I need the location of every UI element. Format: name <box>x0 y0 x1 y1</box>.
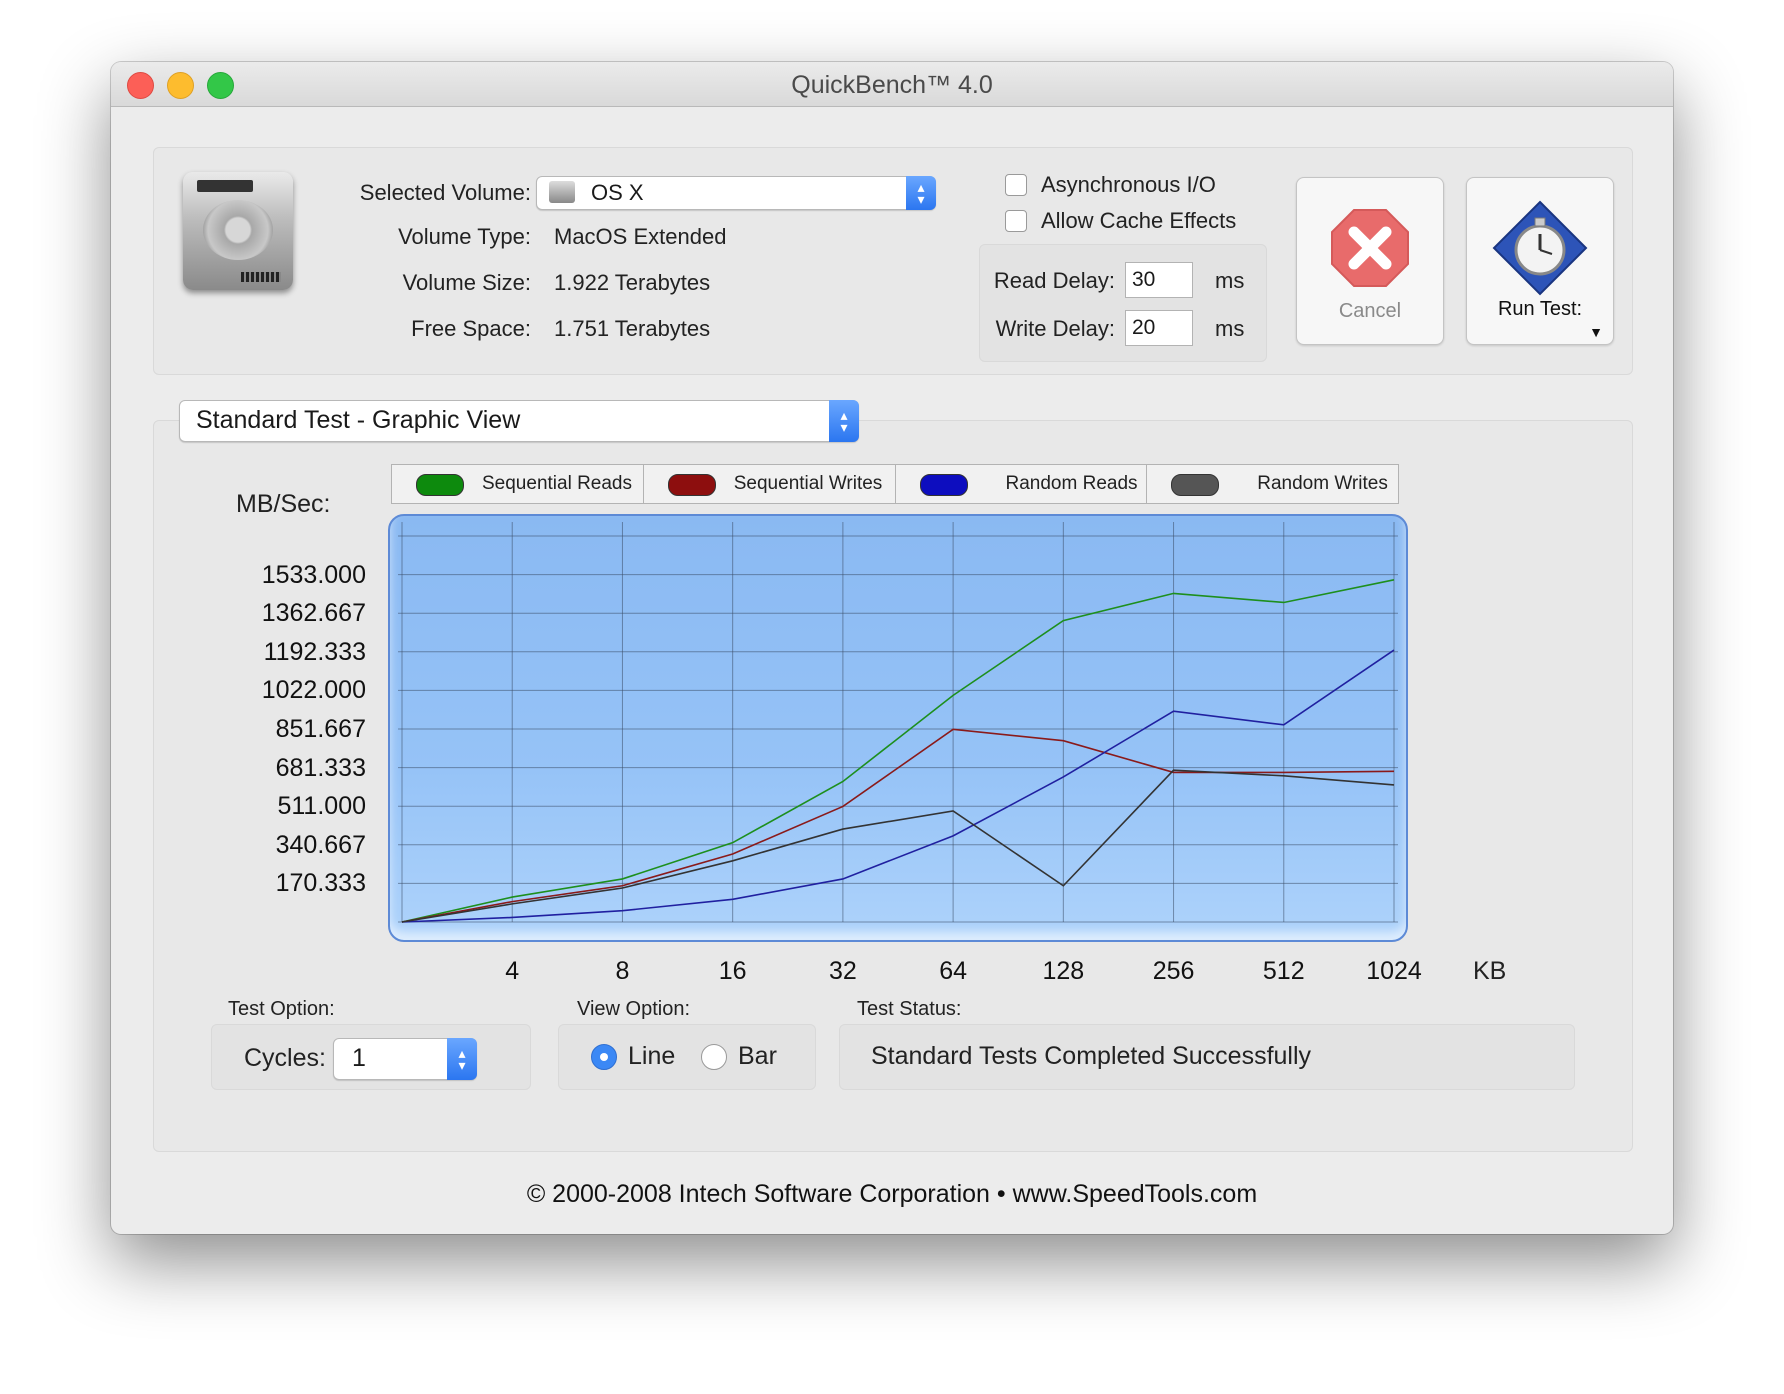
cache-effects-checkbox[interactable] <box>1005 210 1027 232</box>
run-test-button[interactable]: Run Test: ▼ <box>1466 177 1614 345</box>
line-chart <box>398 522 1398 923</box>
volume-select-value: OS X <box>591 180 644 205</box>
stepper-arrows-icon: ▴ ▾ <box>906 176 936 210</box>
bar-view-radio[interactable] <box>701 1044 727 1070</box>
series-line-sequential-writes <box>401 728 1395 923</box>
legend-item: Random Writes <box>1147 465 1398 503</box>
series-line-sequential-reads <box>401 579 1395 923</box>
volume-type-value: MacOS Extended <box>554 224 727 249</box>
window-title: QuickBench™ 4.0 <box>791 71 993 99</box>
write-delay-unit: ms <box>1215 316 1245 341</box>
cycles-stepper[interactable]: 1 ▴ ▾ <box>333 1038 477 1080</box>
cycles-label: Cycles: <box>244 1044 326 1072</box>
bar-view-label: Bar <box>738 1042 777 1070</box>
x-tick-label: 512 <box>1262 957 1305 985</box>
test-status-value: Standard Tests Completed Successfully <box>871 1042 1312 1070</box>
x-axis-unit: KB <box>1473 957 1507 985</box>
write-delay-input[interactable]: 20 <box>1125 310 1193 346</box>
x-tick-label: 16 <box>718 957 747 985</box>
y-tick-label: 511.000 <box>277 792 366 821</box>
legend-label-sequential-writes: Sequential Writes <box>733 473 883 494</box>
read-delay-unit: ms <box>1215 268 1245 293</box>
y-tick-label: 1192.333 <box>263 637 366 666</box>
cache-effects-label: Allow Cache Effects <box>1041 208 1237 233</box>
read-delay-input[interactable]: 30 <box>1125 262 1193 298</box>
x-tick-label: 64 <box>939 957 968 985</box>
hard-drive-icon <box>183 172 293 290</box>
line-view-label: Line <box>628 1042 676 1070</box>
legend-item: Sequential Reads <box>392 465 644 503</box>
free-space-label: Free Space: <box>411 316 531 341</box>
read-delay-label: Read Delay: <box>993 268 1115 293</box>
stopwatch-icon <box>1492 200 1588 296</box>
test-option-label: Test Option: <box>228 998 335 1020</box>
view-mode-value: Standard Test - Graphic View <box>196 406 521 434</box>
legend-label-sequential-reads: Sequential Reads <box>482 473 632 494</box>
x-tick-label: 128 <box>1042 957 1085 985</box>
volume-type-label: Volume Type: <box>398 224 531 249</box>
y-tick-label: 340.667 <box>275 830 366 859</box>
x-tick-label: 32 <box>828 957 857 985</box>
async-io-label: Asynchronous I/O <box>1041 172 1216 197</box>
legend-label-random-reads: Random Reads <box>1005 473 1138 494</box>
chart-legend: Sequential Reads Sequential Writes Rando… <box>391 464 1399 504</box>
disk-icon <box>549 181 575 203</box>
run-test-label: Run Test: <box>1497 298 1583 320</box>
cancel-button-label: Cancel <box>1338 300 1402 322</box>
x-tick-label: 1024 <box>1366 957 1422 985</box>
copyright-footer: © 2000-2008 Intech Software Corporation … <box>526 1180 1258 1208</box>
legend-item: Random Reads <box>896 465 1148 503</box>
volume-select[interactable]: OS X ▴ ▾ <box>536 176 936 210</box>
legend-swatch-sequential-writes <box>667 474 716 496</box>
legend-swatch-random-writes <box>1171 474 1220 496</box>
legend-label-random-writes: Random Writes <box>1257 473 1388 494</box>
stepper-arrows-icon: ▴ ▾ <box>829 400 859 442</box>
view-option-label: View Option: <box>577 998 691 1020</box>
x-tick-label: 8 <box>615 957 630 985</box>
app-window: QuickBench™ 4.0 Selected Volume: OS X ▴ ▾… <box>111 62 1673 1234</box>
stepper-arrows-icon: ▴ ▾ <box>447 1038 477 1080</box>
plot-area <box>388 514 1408 942</box>
write-delay-label: Write Delay: <box>995 316 1115 341</box>
cycles-value: 1 <box>352 1044 366 1072</box>
y-axis-label: MB/Sec: <box>236 490 331 518</box>
y-tick-label: 1022.000 <box>261 676 366 705</box>
dropdown-arrow-icon: ▼ <box>1589 324 1603 340</box>
volume-size-value: 1.922 Terabytes <box>554 270 711 295</box>
y-tick-label: 170.333 <box>275 869 366 898</box>
free-space-value: 1.751 Terabytes <box>554 316 711 341</box>
test-status-label: Test Status: <box>857 998 962 1020</box>
legend-swatch-sequential-reads <box>416 474 464 496</box>
line-view-radio[interactable] <box>591 1044 617 1070</box>
delay-group <box>979 244 1267 362</box>
title-bar[interactable]: QuickBench™ 4.0 <box>111 62 1673 107</box>
x-tick-label: 4 <box>505 957 520 985</box>
selected-volume-label: Selected Volume: <box>359 180 531 205</box>
y-tick-label: 1533.000 <box>261 560 366 589</box>
view-mode-select[interactable]: Standard Test - Graphic View ▴ ▾ <box>179 400 859 442</box>
async-io-checkbox[interactable] <box>1005 174 1027 196</box>
y-tick-label: 1362.667 <box>261 599 366 628</box>
legend-swatch-random-reads <box>919 474 968 496</box>
y-tick-label: 851.667 <box>275 714 366 743</box>
x-tick-label: 256 <box>1152 957 1195 985</box>
cancel-icon <box>1331 209 1409 287</box>
volume-size-label: Volume Size: <box>402 270 531 295</box>
legend-item: Sequential Writes <box>644 465 896 503</box>
cancel-button[interactable]: Cancel <box>1296 177 1444 345</box>
y-tick-label: 681.333 <box>275 753 366 782</box>
series-line-random-writes <box>401 769 1395 923</box>
